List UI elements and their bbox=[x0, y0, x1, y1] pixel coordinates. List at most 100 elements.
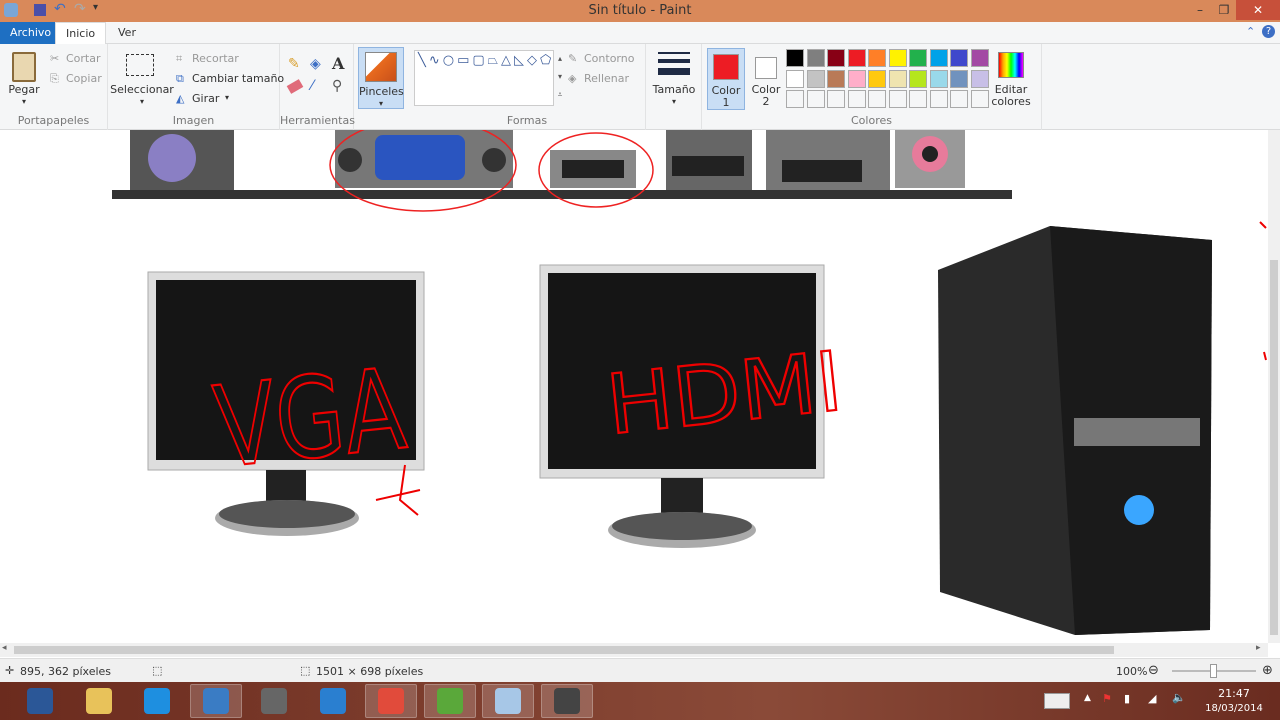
outline-button[interactable]: Contorno bbox=[584, 52, 634, 65]
zoom-out-button[interactable]: ⊖ bbox=[1148, 663, 1159, 678]
size-button[interactable]: Tamaño bbox=[646, 84, 702, 96]
palette-color-swatch[interactable] bbox=[868, 49, 886, 67]
palette-color-swatch[interactable] bbox=[806, 49, 825, 67]
taskbar-app-grabador[interactable] bbox=[540, 684, 593, 718]
tab-ver[interactable]: Ver bbox=[108, 22, 146, 44]
copy-button[interactable]: Copiar bbox=[66, 72, 102, 85]
app-icon bbox=[202, 688, 229, 714]
palette-color-swatch[interactable] bbox=[950, 69, 968, 88]
taskbar-app-explorador[interactable] bbox=[73, 684, 125, 718]
group-portapapeles: Pegar ▾ ✂ Cortar ⎘ Copiar Portapapeles bbox=[0, 44, 108, 130]
palette-custom-slot[interactable] bbox=[847, 90, 866, 108]
taskbar-app-equipo[interactable] bbox=[248, 684, 300, 718]
palette-color-swatch[interactable] bbox=[827, 49, 845, 67]
palette-color-swatch[interactable] bbox=[888, 49, 907, 67]
eraser-icon[interactable] bbox=[286, 79, 304, 94]
palette-custom-slot[interactable] bbox=[929, 90, 948, 108]
zoom-slider-thumb[interactable] bbox=[1210, 664, 1217, 678]
shapes-gallery[interactable]: ╲∿○▭▢⏢△◺◇⬠⬡▷◁⇨⇧⇩✦☆✩▭◯◌ bbox=[414, 50, 554, 106]
palette-color-swatch[interactable] bbox=[909, 49, 927, 67]
palette-color-swatch[interactable] bbox=[888, 69, 907, 88]
rotate-button[interactable]: Girar bbox=[192, 92, 219, 105]
paste-button[interactable]: Pegar bbox=[4, 84, 44, 96]
color-picker-icon[interactable]: ⁄ bbox=[311, 78, 313, 94]
show-hidden-icons[interactable]: ▲ bbox=[1084, 693, 1091, 703]
collapse-ribbon-icon[interactable]: ⌃ bbox=[1246, 25, 1255, 38]
zoom-level: 100% bbox=[1116, 665, 1148, 678]
taskbar-app-internet-explorer[interactable] bbox=[131, 684, 183, 718]
palette-custom-slot[interactable] bbox=[950, 90, 968, 108]
taskbar: ▲ ⚑ ▮ ◢ 🔈 21:47 18/03/2014 bbox=[0, 682, 1280, 720]
network-icon[interactable]: ◢ bbox=[1148, 692, 1156, 705]
palette-custom-slot[interactable] bbox=[909, 90, 927, 108]
palette-color-swatch[interactable] bbox=[868, 69, 886, 88]
taskbar-app-utorrent[interactable] bbox=[423, 684, 476, 718]
select-button[interactable]: Seleccionar bbox=[110, 84, 174, 96]
color1-button[interactable]: Color 1 bbox=[707, 48, 745, 110]
palette-color-swatch[interactable] bbox=[929, 69, 948, 88]
drawing-canvas[interactable]: VGA HDMI bbox=[0, 130, 1268, 643]
palette-custom-slot[interactable] bbox=[827, 90, 845, 108]
selection-size-icon: ⬚ bbox=[152, 664, 163, 677]
palette-color-swatch[interactable] bbox=[847, 69, 866, 88]
crop-button[interactable]: Recortar bbox=[192, 52, 239, 65]
fill-button[interactable]: Rellenar bbox=[584, 72, 629, 85]
tab-archivo[interactable]: Archivo bbox=[0, 22, 62, 44]
palette-custom-slot[interactable] bbox=[806, 90, 825, 108]
taskbar-app-chrome[interactable] bbox=[365, 684, 417, 718]
app-icon bbox=[436, 688, 463, 714]
palette-color-swatch[interactable] bbox=[909, 69, 927, 88]
taskbar-app-paint[interactable] bbox=[482, 684, 534, 718]
app-icon bbox=[261, 688, 287, 714]
group-formas: ╲∿○▭▢⏢△◺◇⬠⬡▷◁⇨⇧⇩✦☆✩▭◯◌ ▴▾⩡ ✎ Contorno ◈ … bbox=[408, 44, 646, 130]
help-icon[interactable]: ? bbox=[1262, 25, 1275, 38]
cut-button[interactable]: Cortar bbox=[66, 52, 101, 65]
canvas-image: VGA HDMI bbox=[112, 130, 1267, 635]
palette-custom-slot[interactable] bbox=[868, 90, 886, 108]
vertical-scrollbar[interactable] bbox=[1268, 130, 1280, 643]
text-tool-icon[interactable]: A bbox=[332, 54, 344, 73]
volume-icon[interactable]: 🔈 bbox=[1172, 691, 1186, 704]
horizontal-scrollbar[interactable]: ◂ ▸ bbox=[0, 643, 1268, 657]
palette-custom-slot[interactable] bbox=[888, 90, 907, 108]
palette-color-swatch[interactable] bbox=[827, 69, 845, 88]
palette-color-swatch[interactable] bbox=[806, 69, 825, 88]
window-title: Sin título - Paint bbox=[588, 3, 692, 18]
shapes-scroll[interactable]: ▴ ▾ ⩡ bbox=[554, 50, 566, 106]
palette-color-swatch[interactable] bbox=[929, 49, 948, 67]
palette-color-swatch[interactable] bbox=[950, 49, 968, 67]
tab-inicio[interactable]: Inicio bbox=[55, 22, 107, 44]
palette-color-swatch[interactable] bbox=[786, 69, 804, 88]
taskbar-app-panel-de-control[interactable] bbox=[189, 684, 242, 718]
paste-icon bbox=[12, 52, 36, 82]
palette-color-swatch[interactable] bbox=[970, 49, 989, 67]
taskbar-app-reproductor[interactable] bbox=[307, 684, 359, 718]
close-button[interactable]: ✕ bbox=[1236, 0, 1280, 20]
resize-button[interactable]: Cambiar tamaño bbox=[192, 72, 284, 85]
palette-color-swatch[interactable] bbox=[970, 69, 989, 88]
clock-time[interactable]: 21:47 bbox=[1196, 687, 1272, 700]
brushes-button[interactable]: Pinceles ▾ bbox=[358, 47, 404, 109]
clock-date[interactable]: 18/03/2014 bbox=[1196, 703, 1272, 714]
action-center-icon[interactable]: ⚑ bbox=[1102, 692, 1112, 705]
battery-icon[interactable]: ▮ bbox=[1124, 692, 1130, 705]
rear-ports-panel bbox=[112, 130, 1012, 212]
fill-bucket-icon[interactable]: ◈ bbox=[310, 56, 321, 72]
zoom-in-button[interactable]: ⊕ bbox=[1262, 663, 1273, 678]
canvas-size: 1501 × 698 píxeles bbox=[316, 665, 424, 678]
palette-custom-slot[interactable] bbox=[786, 90, 804, 108]
palette-color-swatch[interactable] bbox=[847, 49, 866, 67]
color2-button[interactable]: Color 2 bbox=[747, 48, 785, 110]
magnifier-icon[interactable]: ⚲ bbox=[332, 78, 342, 94]
palette-custom-slot[interactable] bbox=[970, 90, 989, 108]
pencil-icon[interactable]: ✎ bbox=[288, 56, 300, 72]
cut-icon: ✂ bbox=[50, 52, 60, 65]
keyboard-icon[interactable] bbox=[1044, 693, 1070, 709]
palette-color-swatch[interactable] bbox=[786, 49, 804, 67]
zoom-slider[interactable] bbox=[1172, 664, 1256, 678]
ribbon-tabs: Archivo Inicio Ver ⌃ ? bbox=[0, 22, 1280, 44]
group-tamano[interactable]: Tamaño ▾ bbox=[646, 44, 702, 130]
app-icon bbox=[495, 688, 521, 714]
maximize-button[interactable]: ❐ bbox=[1210, 0, 1238, 20]
taskbar-app-word[interactable] bbox=[14, 684, 66, 718]
